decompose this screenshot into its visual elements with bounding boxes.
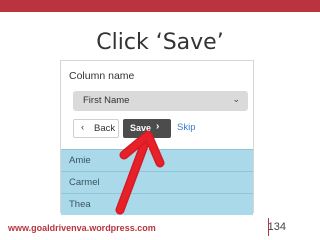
- footer-url: www.goaldrivenva.wordpress.com: [8, 223, 156, 233]
- red-arrow-annotation: [115, 130, 165, 215]
- page-number: 134: [267, 221, 286, 233]
